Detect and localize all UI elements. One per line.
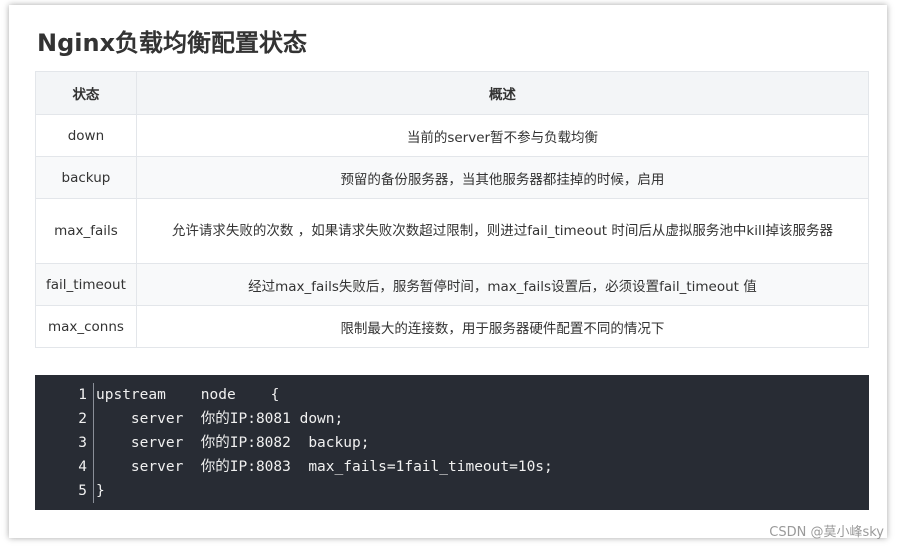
desc-cell: 限制最大的连接数，用于服务器硬件配置不同的情况下 [135, 305, 870, 348]
line-number: 5 [78, 483, 87, 499]
desc-cell: 当前的server暂不参与负载均衡 [135, 114, 870, 157]
table-row: down 当前的server暂不参与负载均衡 [35, 114, 870, 157]
header-desc: 概述 [135, 71, 870, 115]
line-number: 2 [78, 411, 87, 427]
table-row: backup 预留的备份服务器，当其他服务器都挂掉的时候，启用 [35, 156, 870, 199]
line-number: 3 [78, 435, 87, 451]
desc-cell: 允许请求失败的次数 ，如果请求失败次数超过限制，则进过fail_timeout … [135, 198, 870, 264]
desc-cell: 预留的备份服务器，当其他服务器都挂掉的时候，启用 [135, 156, 870, 199]
watermark: CSDN @莫小峰sky [769, 525, 884, 540]
code-lines: upstream node { server 你的IP:8081 down; s… [96, 383, 553, 503]
desc-cell: 经过max_fails失败后，服务暂停时间，max_fails设置后，必须设置f… [135, 263, 870, 306]
state-cell: fail_timeout [35, 263, 137, 306]
code-line: server 你的IP:8081 down; [96, 411, 344, 427]
content-card: Nginx负载均衡配置状态 状态 概述 down 当前的server暂不参与负载… [9, 5, 887, 538]
state-cell: backup [35, 156, 137, 199]
line-number-gutter: 1 2 3 4 5 [35, 383, 94, 503]
status-table: 状态 概述 down 当前的server暂不参与负载均衡 backup 预留的备… [35, 71, 870, 348]
state-cell: max_conns [35, 305, 137, 348]
state-cell: down [35, 114, 137, 157]
line-number: 4 [78, 459, 87, 475]
code-line: } [96, 483, 105, 499]
table-row: max_fails 允许请求失败的次数 ，如果请求失败次数超过限制，则进过fai… [35, 198, 870, 264]
line-number: 1 [78, 387, 87, 403]
state-cell: max_fails [35, 198, 137, 264]
code-line: upstream node { [96, 387, 280, 403]
header-state: 状态 [35, 71, 137, 115]
code-line: server 你的IP:8082 backup; [96, 435, 370, 451]
table-row: fail_timeout 经过max_fails失败后，服务暂停时间，max_f… [35, 263, 870, 306]
page-title: Nginx负载均衡配置状态 [37, 29, 308, 57]
code-line: server 你的IP:8083 max_fails=1fail_timeout… [96, 459, 553, 475]
table-row: max_conns 限制最大的连接数，用于服务器硬件配置不同的情况下 [35, 305, 870, 348]
table-header-row: 状态 概述 [35, 71, 870, 115]
code-block: 1 2 3 4 5 upstream node { server 你的IP:80… [35, 375, 869, 510]
